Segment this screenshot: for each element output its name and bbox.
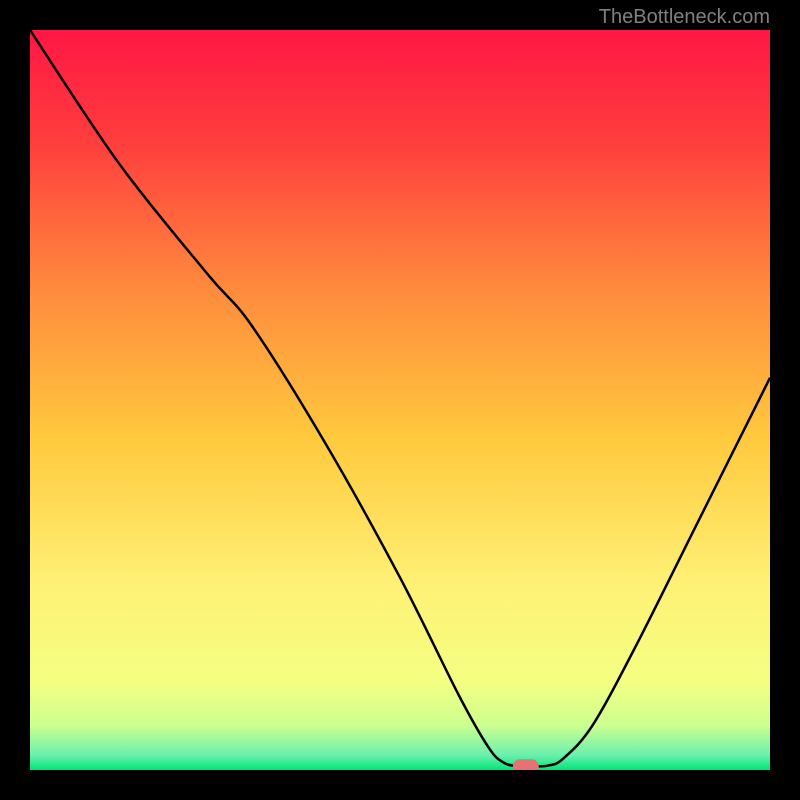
gradient-background [30, 30, 770, 770]
attribution-text: TheBottleneck.com [599, 6, 770, 29]
optimal-marker [513, 759, 539, 770]
chart-container: TheBottleneck.com [0, 0, 800, 800]
plot-area [30, 30, 770, 770]
bottleneck-chart [30, 30, 770, 770]
